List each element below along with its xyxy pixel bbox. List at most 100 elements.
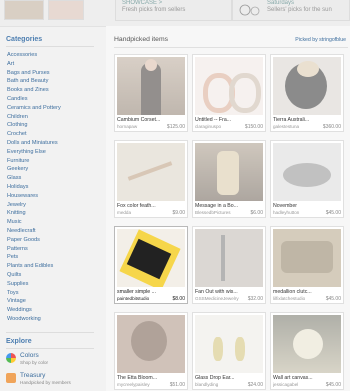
category-link[interactable]: Bags and Purses (7, 70, 50, 76)
category-link[interactable]: Children (7, 114, 28, 120)
category-link[interactable]: Weddings (7, 307, 32, 313)
explore-item-name[interactable]: Colors (20, 352, 39, 359)
category-link[interactable]: Bath and Beauty (7, 78, 48, 84)
category-link[interactable]: Vintage (7, 298, 26, 304)
showcase-promo[interactable]: SHOWCASE > Fresh picks from sellers (115, 0, 232, 21)
saturday-promo[interactable]: Saturdays Sellers' picks for the sun (232, 0, 350, 21)
item-seller[interactable]: hornapaw (117, 124, 163, 129)
category-link[interactable]: Needlecraft (7, 228, 36, 234)
item-seller[interactable]: BlessedbPictures (195, 210, 241, 215)
item-seller[interactable]: lilfixlatchestudio (273, 296, 319, 301)
category-link[interactable]: Candles (7, 96, 28, 102)
item-price: $360.00 (322, 124, 341, 130)
item-title[interactable]: The Etta Bloom... (117, 375, 185, 381)
item-title[interactable]: Untitled -- Fra... (195, 117, 263, 123)
explore-item-name[interactable]: Treasury (20, 372, 45, 379)
item-card[interactable]: medallion clutc... lilfixlatchestudio $4… (270, 226, 344, 304)
divider (6, 46, 94, 47)
category-link[interactable]: Glass (7, 175, 21, 181)
category-link[interactable]: Patterns (7, 246, 28, 252)
explore-heading: Explore (6, 338, 32, 345)
item-card[interactable]: Tierra Australi... galestestuna $360.00 (270, 54, 344, 132)
item-image[interactable] (117, 143, 185, 201)
showcase-thumbnail[interactable] (48, 0, 84, 20)
item-seller[interactable]: jessicagabel (273, 382, 319, 387)
item-card[interactable]: Cambium Corset... hornapaw $125.00 (114, 54, 188, 132)
item-seller[interactable]: medda (117, 210, 163, 215)
item-card[interactable]: Untitled -- Fra... claraginuspo $150.00 (192, 54, 266, 132)
item-card[interactable]: Fan Out with wis... GSSMedicineJewelry $… (192, 226, 266, 304)
item-image[interactable] (195, 315, 263, 373)
item-image[interactable] (195, 143, 263, 201)
category-link[interactable]: Holidays (7, 184, 28, 190)
item-seller[interactable]: mycreelypaisley (117, 382, 163, 387)
item-card[interactable]: November hadleyhutton $45.00 (270, 140, 344, 218)
item-card[interactable]: smaller simple ... paintedbitstudio $8.0… (114, 226, 188, 304)
item-title[interactable]: Message in a Bo... (195, 203, 263, 209)
item-card[interactable]: Glass Drop Ear... blandlyding $24.00 (192, 312, 266, 390)
item-image[interactable] (195, 229, 263, 287)
category-link[interactable]: Ceramics and Pottery (7, 105, 61, 111)
category-link[interactable]: Everything Else (7, 149, 46, 155)
category-link[interactable]: Toys (7, 290, 19, 296)
item-seller[interactable]: blandlyding (195, 382, 241, 387)
item-card[interactable]: The Etta Bloom... mycreelypaisley $51.00 (114, 312, 188, 390)
category-link[interactable]: Books and Zines (7, 87, 49, 93)
item-title[interactable]: Tierra Australi... (273, 117, 341, 123)
promo-title[interactable]: SHOWCASE > (122, 0, 162, 6)
item-seller[interactable]: hadleyhutton (273, 210, 319, 215)
category-link[interactable]: Quilts (7, 272, 21, 278)
category-link[interactable]: Music (7, 219, 22, 225)
category-link[interactable]: Pets (7, 254, 18, 260)
category-link[interactable]: Accessories (7, 52, 37, 58)
sketch-illustration (239, 4, 260, 16)
picked-by-link[interactable]: Picked by stringofblue (295, 37, 346, 43)
item-image[interactable] (117, 315, 185, 373)
item-seller[interactable]: claraginuspo (195, 124, 241, 129)
category-link[interactable]: Jewelry (7, 202, 26, 208)
item-image[interactable] (117, 57, 185, 115)
section-title: Handpicked items (114, 36, 169, 43)
category-link[interactable]: Housewares (7, 193, 38, 199)
showcase-thumbnail[interactable] (4, 0, 44, 20)
category-link[interactable]: Crochet (7, 131, 27, 137)
item-title[interactable]: medallion clutc... (273, 289, 341, 295)
item-title[interactable]: Glass Drop Ear... (195, 375, 263, 381)
category-link[interactable]: Clothing (7, 122, 28, 128)
category-link[interactable]: Supplies (7, 281, 28, 287)
category-link[interactable]: Dolls and Miniatures (7, 140, 58, 146)
item-seller[interactable]: GSSMedicineJewelry (195, 296, 241, 301)
category-link[interactable]: Woodworking (7, 316, 41, 322)
category-link[interactable]: Furniture (7, 158, 29, 164)
category-link[interactable]: Knitting (7, 210, 26, 216)
item-card[interactable]: Wall art canvas... jessicagabel $45.00 (270, 312, 344, 390)
item-title[interactable]: Fan Out with wis... (195, 289, 263, 295)
category-link[interactable]: Plants and Edibles (7, 263, 53, 269)
promo-title[interactable]: Saturdays (267, 0, 294, 6)
item-title[interactable]: November (273, 203, 341, 209)
item-title[interactable]: Wall art canvas... (273, 375, 341, 381)
divider (114, 47, 348, 48)
item-image[interactable] (117, 229, 185, 287)
item-price: $45.00 (325, 296, 341, 302)
item-card[interactable]: Fox color feath... medda $9.00 (114, 140, 188, 218)
item-image[interactable] (195, 57, 263, 115)
promo-subtitle: Fresh picks from sellers (122, 7, 186, 13)
category-link[interactable]: Geekery (7, 166, 28, 172)
item-card[interactable]: Message in a Bo... BlessedbPictures $6.0… (192, 140, 266, 218)
category-link[interactable]: Art (7, 61, 14, 67)
item-image[interactable] (273, 315, 341, 373)
item-price: $6.00 (250, 210, 263, 216)
item-image[interactable] (273, 143, 341, 201)
item-price: $9.00 (172, 210, 185, 216)
item-title[interactable]: smaller simple ... (117, 289, 185, 295)
item-image[interactable] (273, 57, 341, 115)
item-image[interactable] (273, 229, 341, 287)
item-title[interactable]: Fox color feath... (117, 203, 185, 209)
item-title[interactable]: Cambium Corset... (117, 117, 185, 123)
divider (6, 332, 94, 333)
item-price: $45.00 (325, 210, 341, 216)
item-seller[interactable]: paintedbitstudio (117, 296, 163, 301)
category-link[interactable]: Paper Goods (7, 237, 40, 243)
item-seller[interactable]: galestestuna (273, 124, 319, 129)
